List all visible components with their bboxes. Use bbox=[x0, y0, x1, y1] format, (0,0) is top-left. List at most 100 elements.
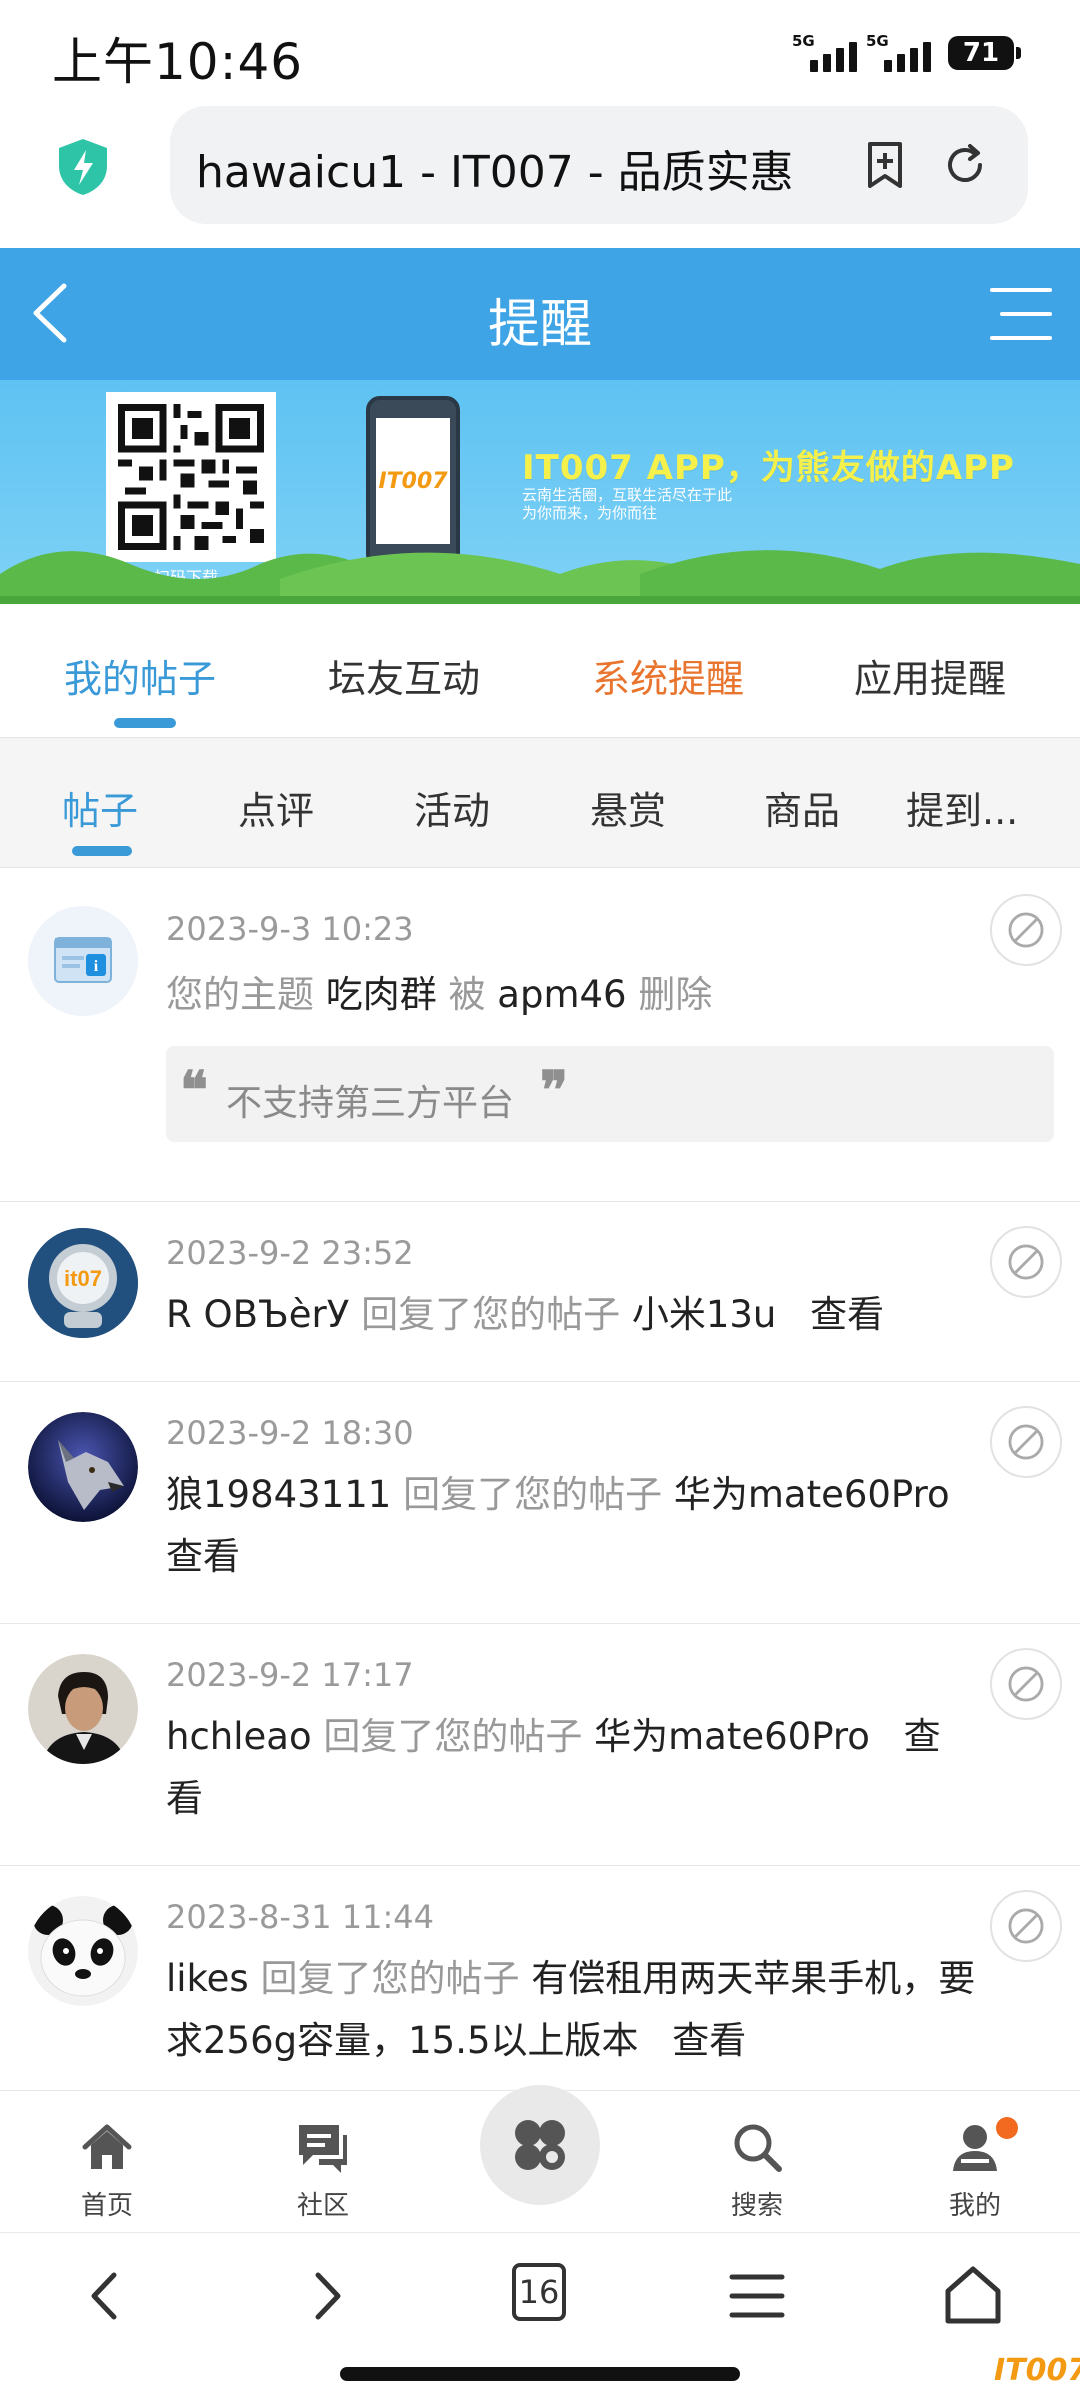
item-message: likes 回复了您的帖子 有偿租用两天苹果手机，要 求256g容量，15.5以… bbox=[166, 1948, 1026, 2072]
view-link[interactable]: 看 bbox=[166, 1777, 203, 1820]
list-item[interactable]: 2023-9-2 17:17 hchleao 回复了您的帖子 华为mate60P… bbox=[0, 1624, 1080, 1866]
user-icon bbox=[953, 2125, 997, 2171]
tab-system-reminders[interactable]: 系统提醒 bbox=[592, 648, 744, 703]
subtab-bounties[interactable]: 悬赏 bbox=[590, 780, 666, 835]
chat-icon bbox=[299, 2125, 347, 2173]
banner-subtitle: 为你而来，为你而往 bbox=[522, 504, 658, 522]
user-link[interactable]: hchleao bbox=[166, 1715, 312, 1758]
thread-link[interactable]: 吃肉群 bbox=[326, 973, 437, 1016]
user-link[interactable]: R OBЪèrУ bbox=[166, 1293, 349, 1336]
add-bookmark-icon[interactable] bbox=[860, 140, 910, 190]
subtab-goods[interactable]: 商品 bbox=[764, 780, 840, 835]
sub-tab-bar: 帖子 点评 活动 悬赏 商品 提到... bbox=[0, 738, 1080, 868]
watermark-logo: IT007 bbox=[994, 2353, 1080, 2388]
quote-box: ❝ 不支持第三方平台 ❞ bbox=[166, 1046, 1054, 1142]
battery-icon: 71 bbox=[948, 36, 1021, 70]
status-time: 上午10:46 bbox=[52, 33, 304, 91]
notification-badge bbox=[996, 2117, 1018, 2139]
browser-menu-icon[interactable] bbox=[722, 2261, 792, 2331]
view-link[interactable]: 查看 bbox=[166, 1535, 240, 1578]
subtab-reviews[interactable]: 点评 bbox=[238, 780, 314, 835]
nav-home[interactable]: 首页 bbox=[52, 2119, 162, 2222]
signal-icon: 5G bbox=[866, 32, 938, 72]
nav-search[interactable]: 搜索 bbox=[702, 2119, 812, 2222]
subtab-events[interactable]: 活动 bbox=[414, 780, 490, 835]
nav-apps-button[interactable] bbox=[480, 2085, 600, 2205]
tab-my-posts[interactable]: 我的帖子 bbox=[64, 648, 216, 703]
dismiss-icon[interactable] bbox=[990, 894, 1062, 966]
quote-close-icon: ❞ bbox=[540, 1060, 568, 1121]
browser-back-icon[interactable] bbox=[70, 2261, 140, 2331]
banner-headline: IT007 APP，为熊友做的APP bbox=[522, 448, 1015, 488]
app-bottom-nav: 首页 社区 搜索 我的 bbox=[0, 2085, 1080, 2232]
user-avatar[interactable] bbox=[28, 1412, 138, 1522]
nav-label: 首页 bbox=[80, 2191, 133, 2221]
app-promo-banner[interactable]: 扫码下载 IT007 IT007 APP，为熊友做的APP 云南生活圈，互联生活… bbox=[0, 380, 1080, 604]
thread-link[interactable]: 有偿租用两天苹果手机，要 bbox=[531, 1957, 975, 2000]
browser-toolbar: 16 IT007 bbox=[0, 2232, 1080, 2400]
home-indicator[interactable] bbox=[340, 2367, 740, 2381]
item-timestamp: 2023-9-2 18:30 bbox=[166, 1414, 414, 1452]
tab-forum-interaction[interactable]: 坛友互动 bbox=[328, 648, 480, 703]
nav-community[interactable]: 社区 bbox=[268, 2119, 378, 2222]
title-bar: 提醒 bbox=[0, 248, 1080, 380]
signal-icon: 5G bbox=[792, 32, 864, 72]
item-message: 您的主题 吃肉群 被 apm46 删除 bbox=[166, 964, 1026, 1026]
url-text[interactable]: hawaicu1 - IT007 - 品质实惠 bbox=[196, 136, 816, 200]
thread-link[interactable]: 求256g容量，15.5以上版本 bbox=[166, 2019, 639, 2062]
item-timestamp: 2023-8-31 11:44 bbox=[166, 1898, 434, 1936]
top-tab-bar: 我的帖子 坛友互动 系统提醒 应用提醒 bbox=[0, 604, 1080, 738]
page-title: 提醒 bbox=[487, 295, 592, 355]
user-link[interactable]: apm46 bbox=[497, 973, 626, 1016]
thread-link[interactable]: 华为mate60Pro bbox=[674, 1473, 950, 1516]
list-item[interactable]: 2023-9-2 18:30 狼19843111 回复了您的帖子 华为mate6… bbox=[0, 1382, 1080, 1624]
active-subtab-indicator bbox=[72, 846, 132, 856]
svg-text:i: i bbox=[94, 958, 99, 975]
user-link[interactable]: 狼19843111 bbox=[166, 1473, 391, 1516]
phone-logo: IT007 bbox=[376, 418, 450, 544]
item-message: hchleao 回复了您的帖子 华为mate60Pro 查 看 bbox=[166, 1706, 1026, 1830]
reload-icon[interactable] bbox=[940, 140, 990, 190]
nav-profile[interactable]: 我的 bbox=[920, 2117, 1030, 2222]
item-message: 狼19843111 回复了您的帖子 华为mate60Pro 查看 bbox=[166, 1464, 1026, 1588]
thread-link[interactable]: 华为mate60Pro bbox=[594, 1715, 870, 1758]
home-icon bbox=[82, 2124, 132, 2169]
subtab-mentions[interactable]: 提到... bbox=[906, 780, 1018, 835]
list-item[interactable]: 2023-8-31 11:44 likes 回复了您的帖子 有偿租用两天苹果手机… bbox=[0, 1866, 1080, 2090]
message-prefix: 您的主题 bbox=[166, 973, 314, 1016]
subtab-posts[interactable]: 帖子 bbox=[62, 780, 138, 835]
dismiss-icon[interactable] bbox=[990, 1890, 1062, 1962]
thread-link[interactable]: 小米13u bbox=[632, 1293, 777, 1336]
address-bar[interactable]: hawaicu1 - IT007 - 品质实惠 bbox=[170, 106, 1028, 224]
menu-icon[interactable] bbox=[988, 282, 1054, 346]
dismiss-icon[interactable] bbox=[990, 1406, 1062, 1478]
user-avatar[interactable] bbox=[28, 1896, 138, 2006]
dismiss-icon[interactable] bbox=[990, 1226, 1062, 1298]
quote-open-icon: ❝ bbox=[180, 1060, 208, 1121]
message-action: 删除 bbox=[638, 973, 713, 1016]
tabs-button[interactable]: 16 bbox=[512, 2263, 566, 2321]
view-link[interactable]: 查看 bbox=[810, 1293, 884, 1336]
notification-list: i 2023-9-3 10:23 您的主题 吃肉群 被 apm46 删除 ❝ 不… bbox=[0, 868, 1080, 2090]
user-avatar[interactable]: it07 bbox=[28, 1228, 138, 1338]
item-timestamp: 2023-9-3 10:23 bbox=[166, 910, 414, 948]
dismiss-icon[interactable] bbox=[990, 1648, 1062, 1720]
item-timestamp: 2023-9-2 17:17 bbox=[166, 1656, 414, 1694]
browser-url-area: hawaicu1 - IT007 - 品质实惠 bbox=[0, 100, 1080, 248]
list-item[interactable]: it07 2023-9-2 23:52 R OBЪèrУ 回复了您的帖子 小米1… bbox=[0, 1202, 1080, 1382]
active-tab-indicator bbox=[114, 718, 176, 728]
user-avatar[interactable] bbox=[28, 1654, 138, 1764]
browser-home-icon[interactable] bbox=[938, 2261, 1008, 2331]
user-link[interactable]: likes bbox=[166, 1957, 249, 2000]
nav-label: 社区 bbox=[296, 2191, 349, 2221]
tab-app-reminders[interactable]: 应用提醒 bbox=[854, 648, 1006, 703]
svg-text:it07: it07 bbox=[64, 1266, 102, 1291]
quote-text: 不支持第三方平台 bbox=[226, 1083, 515, 1124]
view-link[interactable]: 查 bbox=[904, 1715, 941, 1758]
search-icon bbox=[734, 2124, 782, 2172]
shield-icon[interactable] bbox=[52, 136, 114, 198]
view-link[interactable]: 查看 bbox=[672, 2019, 746, 2062]
message-action: 回复了您的帖子 bbox=[361, 1293, 621, 1336]
browser-forward-icon[interactable] bbox=[292, 2261, 362, 2331]
list-item[interactable]: i 2023-9-3 10:23 您的主题 吃肉群 被 apm46 删除 ❝ 不… bbox=[0, 868, 1080, 1202]
